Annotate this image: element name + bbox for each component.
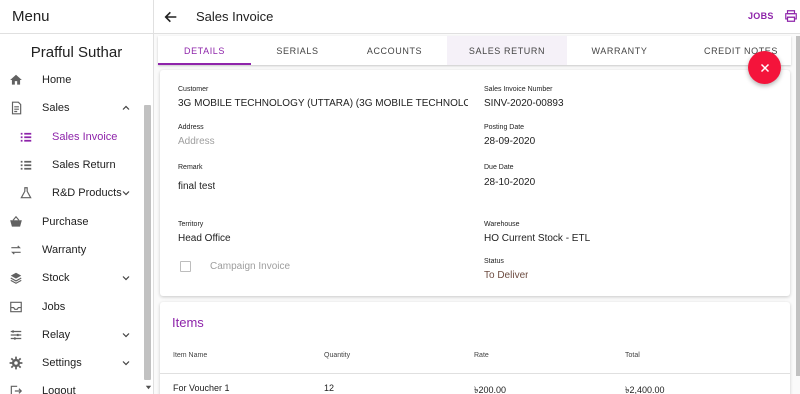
swap-icon: [9, 243, 23, 257]
details-card: Customer 3G MOBILE TECHNOLOGY (UTTARA) (…: [160, 70, 790, 296]
customer-label: Customer: [178, 86, 209, 93]
posting-date-value[interactable]: 28-09-2020: [484, 136, 535, 147]
address-label: Address: [178, 124, 204, 131]
items-card: Items Item Name Quantity Rate Total For …: [160, 302, 790, 394]
tab-bar: DETAILS SERIALS ACCOUNTS SALES RETURN WA…: [158, 36, 791, 65]
tab-warranty[interactable]: WARRANTY: [573, 36, 666, 65]
sidebar-item-label: Relay: [42, 328, 71, 341]
territory-value[interactable]: Head Office: [178, 233, 231, 244]
sidebar-item-home[interactable]: Home: [0, 66, 153, 94]
sidebar-item-jobs[interactable]: Jobs: [0, 292, 153, 320]
due-date-value[interactable]: 28-10-2020: [484, 177, 535, 188]
sidebar: Menu Prafful Suthar Home Sales Sales Inv…: [0, 0, 154, 394]
remark-value[interactable]: final test: [178, 181, 215, 192]
chevron-down-icon[interactable]: [120, 357, 132, 369]
sidebar-item-label: Sales Invoice: [52, 130, 118, 143]
sidebar-item-purchase[interactable]: Purchase: [0, 207, 153, 235]
table-cell-item-name[interactable]: For Voucher 1: [173, 383, 230, 393]
tune-icon: [9, 328, 23, 342]
close-icon: [760, 63, 769, 72]
sidebar-item-relay[interactable]: Relay: [0, 321, 153, 349]
customer-value[interactable]: 3G MOBILE TECHNOLOGY (UTTARA) (3G MOBILE…: [178, 98, 468, 109]
tab-indicator: [158, 63, 251, 65]
column-header-quantity: Quantity: [324, 352, 351, 359]
menu-title: Menu: [0, 0, 153, 34]
flask-icon: [19, 186, 33, 200]
sidebar-item-sales[interactable]: Sales: [0, 94, 153, 122]
sidebar-item-stock[interactable]: Stock: [0, 264, 153, 292]
sidebar-item-label: Jobs: [42, 300, 66, 313]
campaign-invoice-label: Campaign Invoice: [210, 261, 291, 272]
sidebar-item-warranty[interactable]: Warranty: [0, 236, 153, 264]
close-fab-button[interactable]: [748, 51, 781, 84]
campaign-invoice-checkbox[interactable]: [180, 261, 191, 272]
home-icon: [9, 73, 23, 87]
column-header-item-name: Item Name: [173, 352, 208, 359]
column-header-rate: Rate: [474, 352, 489, 359]
sidebar-item-label: Settings: [42, 357, 82, 370]
sidebar-item-settings[interactable]: Settings: [0, 349, 153, 377]
sidebar-scrollbar[interactable]: [144, 105, 151, 380]
sidebar-item-sales-return[interactable]: Sales Return: [0, 151, 153, 179]
status-value: To Deliver: [484, 270, 529, 281]
sidebar-item-label: Sales Return: [52, 159, 116, 172]
warehouse-label: Warehouse: [484, 221, 520, 228]
sidebar-item-label: Warranty: [42, 243, 87, 256]
column-header-total: Total: [625, 352, 640, 359]
invoice-number-value: SINV-2020-00893: [484, 98, 564, 109]
list-icon: [19, 158, 33, 172]
basket-icon: [9, 215, 23, 229]
top-app-bar: Sales Invoice JOBS: [154, 0, 800, 34]
sidebar-item-label: Sales: [42, 102, 70, 115]
table-divider: [160, 373, 790, 374]
territory-label: Territory: [178, 221, 204, 228]
warehouse-value[interactable]: HO Current Stock - ETL: [484, 233, 590, 244]
logout-icon: [9, 384, 23, 394]
main-scrollbar[interactable]: [796, 36, 800, 376]
chevron-down-icon[interactable]: [120, 329, 132, 341]
sidebar-item-label: R&D Products: [52, 187, 122, 200]
due-date-label: Due Date: [484, 164, 514, 171]
remark-label: Remark: [178, 164, 203, 171]
sidebar-item-label: Logout: [42, 385, 76, 394]
page-title: Sales Invoice: [196, 9, 274, 24]
chevron-up-icon[interactable]: [120, 102, 132, 114]
sidebar-item-label: Home: [42, 74, 72, 87]
items-title: Items: [172, 315, 204, 330]
gear-icon: [9, 356, 23, 370]
sidebar-item-logout[interactable]: Logout: [0, 377, 153, 394]
user-name: Prafful Suthar: [30, 43, 123, 61]
table-cell-rate[interactable]: ৳200.00: [474, 383, 506, 394]
list-icon: [19, 130, 33, 144]
sidebar-item-sales-invoice[interactable]: Sales Invoice: [0, 123, 153, 151]
back-arrow-icon[interactable]: [163, 9, 179, 25]
jobs-button[interactable]: JOBS: [748, 11, 774, 21]
layers-icon: [9, 271, 23, 285]
table-cell-total: ৳2,400.00: [625, 385, 665, 394]
chevron-down-icon[interactable]: [120, 187, 132, 199]
tab-accounts[interactable]: ACCOUNTS: [348, 36, 441, 65]
scroll-down-arrow-icon[interactable]: [144, 383, 153, 392]
sidebar-item-label: Stock: [42, 272, 70, 285]
status-label: Status: [484, 258, 504, 265]
chevron-down-icon[interactable]: [120, 272, 132, 284]
tab-sales-return[interactable]: SALES RETURN: [447, 36, 567, 65]
tab-serials[interactable]: SERIALS: [251, 36, 344, 65]
sidebar-item-label: Purchase: [42, 215, 89, 228]
invoice-number-label: Sales Invoice Number: [484, 86, 553, 93]
table-cell-quantity[interactable]: 12: [324, 383, 334, 393]
sidebar-nav: Home Sales Sales Invoice Sales Return R&…: [0, 66, 153, 394]
address-field[interactable]: Address: [178, 136, 215, 147]
inbox-icon: [9, 300, 23, 314]
print-icon[interactable]: [784, 9, 798, 23]
tab-details[interactable]: DETAILS: [158, 36, 251, 65]
receipt-icon: [9, 101, 23, 115]
sidebar-item-rd-products[interactable]: R&D Products: [0, 179, 153, 207]
app: Menu Prafful Suthar Home Sales Sales Inv…: [0, 0, 800, 394]
posting-date-label: Posting Date: [484, 124, 525, 131]
